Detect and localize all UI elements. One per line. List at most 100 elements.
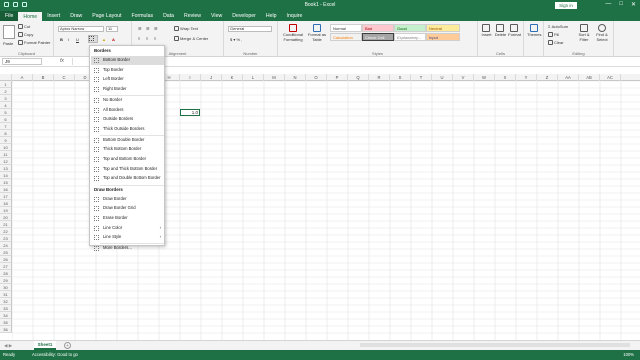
- menu-item-all-borders[interactable]: All Borders: [91, 106, 164, 115]
- row-header-15[interactable]: 15: [0, 179, 12, 186]
- menu-item-top-and-thick-bottom-border[interactable]: Top and Thick Bottom Border: [91, 165, 164, 174]
- column-header-s[interactable]: S: [390, 74, 411, 81]
- column-header-ab[interactable]: AB: [579, 74, 600, 81]
- maximize-button[interactable]: □: [619, 1, 623, 8]
- style-input[interactable]: Input: [426, 33, 460, 41]
- underline-button[interactable]: U: [76, 37, 79, 42]
- column-header-z[interactable]: Z: [537, 74, 558, 81]
- sort-filter-button[interactable]: Sort & Filter: [576, 24, 592, 42]
- conditional-formatting-button[interactable]: Conditional Formatting: [282, 24, 304, 42]
- column-header-w[interactable]: W: [474, 74, 495, 81]
- column-header-l[interactable]: L: [243, 74, 264, 81]
- row-header-32[interactable]: 32: [0, 298, 12, 305]
- menu-item-thick-bottom-border[interactable]: Thick Bottom Border: [91, 145, 164, 154]
- column-header-q[interactable]: Q: [348, 74, 369, 81]
- row-header-28[interactable]: 28: [0, 270, 12, 277]
- format-as-table-button[interactable]: Format as Table: [306, 24, 328, 42]
- row-header-8[interactable]: 8: [0, 130, 12, 137]
- fx-icon[interactable]: fx: [60, 58, 64, 64]
- column-header-v[interactable]: V: [453, 74, 474, 81]
- tab-file[interactable]: File: [0, 11, 19, 21]
- tab-data[interactable]: Data: [158, 11, 179, 21]
- paste-icon[interactable]: [3, 25, 15, 39]
- row-header-11[interactable]: 11: [0, 151, 12, 158]
- column-header-c[interactable]: C: [54, 74, 75, 81]
- sign-in-button[interactable]: Sign in: [555, 2, 577, 9]
- row-header-34[interactable]: 34: [0, 312, 12, 319]
- row-header-3[interactable]: 3: [0, 95, 12, 102]
- font-color-icon[interactable]: A: [112, 37, 115, 42]
- style-check-cell[interactable]: Check Cell: [362, 33, 394, 41]
- clear-button[interactable]: Clear: [548, 40, 564, 46]
- align-middle-icon[interactable]: ☰: [146, 26, 150, 31]
- wrap-text-button[interactable]: Wrap Text: [174, 26, 198, 32]
- tab-help[interactable]: Help: [261, 11, 282, 21]
- active-cell[interactable]: 1.0: [180, 109, 200, 116]
- row-header-12[interactable]: 12: [0, 158, 12, 165]
- font-size-select[interactable]: 11: [106, 26, 118, 32]
- column-header-x[interactable]: X: [495, 74, 516, 81]
- row-header-6[interactable]: 6: [0, 116, 12, 123]
- fill-button[interactable]: Fill: [548, 32, 559, 38]
- align-bottom-icon[interactable]: ☰: [154, 26, 158, 31]
- format-cells-button[interactable]: Format: [508, 24, 521, 37]
- menu-item-line-style[interactable]: Line Style ›: [91, 233, 164, 242]
- font-name-select[interactable]: Aptos Narrow: [58, 26, 104, 32]
- column-header-n[interactable]: N: [285, 74, 306, 81]
- tab-draw[interactable]: Draw: [65, 11, 87, 21]
- row-header-20[interactable]: 20: [0, 214, 12, 221]
- row-header-14[interactable]: 14: [0, 172, 12, 179]
- sheet-tab-sheet1[interactable]: Sheet1: [34, 341, 56, 350]
- themes-button[interactable]: Themes: [527, 24, 541, 37]
- row-header-24[interactable]: 24: [0, 242, 12, 249]
- menu-item-erase-border[interactable]: Erase Border: [91, 214, 164, 223]
- row-header-27[interactable]: 27: [0, 263, 12, 270]
- column-header-m[interactable]: M: [264, 74, 285, 81]
- row-header-9[interactable]: 9: [0, 137, 12, 144]
- menu-item-outside-borders[interactable]: Outside Borders: [91, 115, 164, 124]
- style-calculation[interactable]: Calculation: [330, 33, 362, 41]
- row-header-16[interactable]: 16: [0, 186, 12, 193]
- row-header-29[interactable]: 29: [0, 277, 12, 284]
- column-header-i[interactable]: I: [180, 74, 201, 81]
- style-explanatory[interactable]: Explanatory...: [394, 33, 426, 41]
- row-header-5[interactable]: 5: [0, 109, 12, 116]
- row-header-2[interactable]: 2: [0, 88, 12, 95]
- tab-review[interactable]: Review: [179, 11, 206, 21]
- find-select-button[interactable]: Find & Select: [594, 24, 610, 42]
- tab-developer[interactable]: Developer: [227, 11, 261, 21]
- menu-item-bottom-double-border[interactable]: Bottom Double Border: [91, 136, 164, 145]
- italic-button[interactable]: I: [68, 37, 69, 42]
- column-header-p[interactable]: P: [327, 74, 348, 81]
- row-header-36[interactable]: 36: [0, 326, 12, 333]
- style-normal[interactable]: Normal: [330, 24, 362, 32]
- currency-icon[interactable]: $ ▾ % ,: [230, 37, 242, 42]
- tab-home[interactable]: Home: [18, 11, 43, 21]
- menu-item-draw-border[interactable]: Draw Border: [91, 195, 164, 204]
- format-painter-button[interactable]: Format Painter: [18, 40, 50, 46]
- column-header-r[interactable]: R: [369, 74, 390, 81]
- tab-view[interactable]: View: [206, 11, 227, 21]
- menu-item-bottom-border[interactable]: Bottom Border: [91, 56, 164, 65]
- column-header-o[interactable]: O: [306, 74, 327, 81]
- row-header-18[interactable]: 18: [0, 200, 12, 207]
- merge-center-button[interactable]: Merge & Center: [174, 36, 208, 42]
- menu-item-top-and-bottom-border[interactable]: Top and Bottom Border: [91, 155, 164, 164]
- select-all-corner[interactable]: [0, 74, 12, 81]
- column-header-b[interactable]: B: [33, 74, 54, 81]
- row-header-13[interactable]: 13: [0, 165, 12, 172]
- menu-item-more-borders[interactable]: More Borders...: [91, 244, 164, 253]
- accessibility-status[interactable]: Accessibility: Good to go: [32, 352, 78, 357]
- row-header-26[interactable]: 26: [0, 256, 12, 263]
- style-neutral[interactable]: Neutral: [426, 24, 460, 32]
- column-header-k[interactable]: K: [222, 74, 243, 81]
- row-header-4[interactable]: 4: [0, 102, 12, 109]
- copy-button[interactable]: Copy: [18, 32, 33, 38]
- menu-item-line-color[interactable]: Line Color ›: [91, 224, 164, 233]
- delete-cells-button[interactable]: Delete: [494, 24, 507, 37]
- row-header-10[interactable]: 10: [0, 144, 12, 151]
- row-header-35[interactable]: 35: [0, 319, 12, 326]
- close-button[interactable]: ✕: [631, 1, 636, 8]
- minimize-button[interactable]: —: [605, 1, 611, 8]
- menu-item-top-and-double-bottom-border[interactable]: Top and Double Bottom Border: [91, 174, 164, 183]
